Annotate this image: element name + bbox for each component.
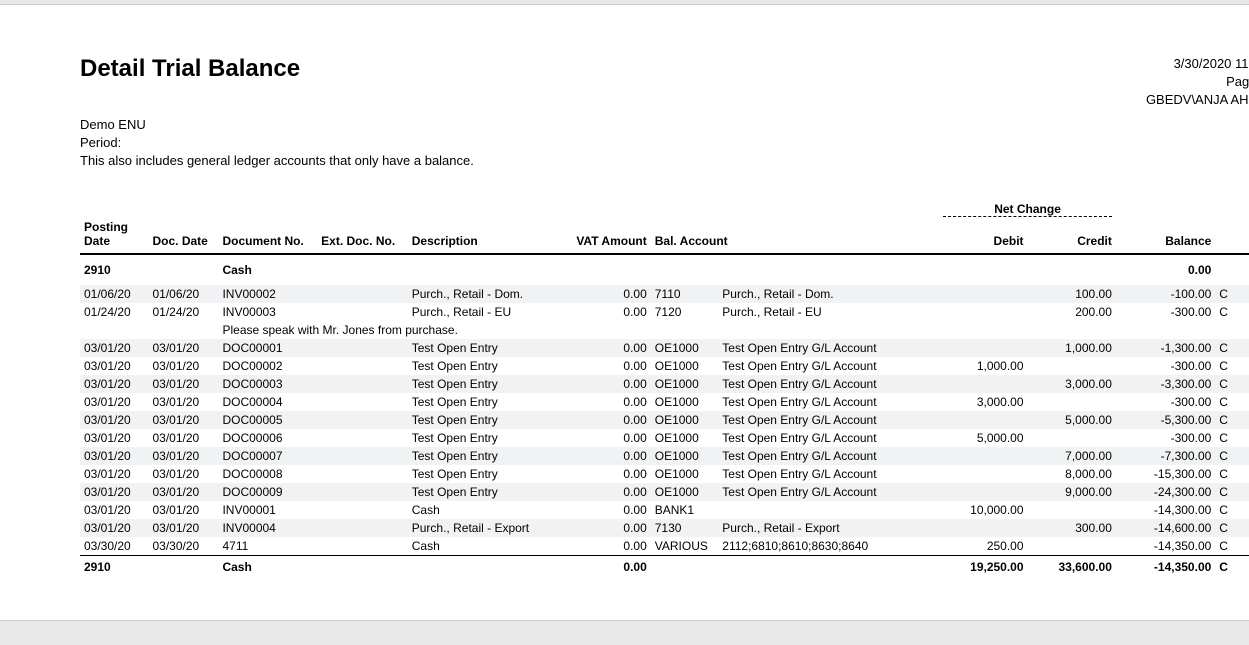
report-header: Detail Trial Balance 3/30/2020 11:55 AM … [80, 55, 1249, 110]
account-header-row: 2910 Cash0.00 [80, 254, 1249, 285]
report-user: GBEDV\ANJA AHLFELD [1146, 91, 1249, 109]
report-datetime: 3/30/2020 11:55 AM [1146, 55, 1249, 73]
total-acct-name: Cash [218, 555, 562, 576]
ledger-row: 03/01/2003/01/20DOC00009Test Open Entry0… [80, 483, 1249, 501]
col-credit: Credit [1028, 219, 1116, 254]
totals-row: 2910 Cash0.00 19,250.0033,600.00-14,350.00… [80, 555, 1249, 576]
report-company: Demo ENU [80, 116, 1249, 134]
ledger-row: 03/01/2003/01/20DOC00006Test Open Entry0… [80, 429, 1249, 447]
account-name: Cash [218, 254, 1115, 285]
col-balance: Balance [1116, 219, 1215, 254]
group-header-row: Net Change [80, 200, 1249, 219]
header-sub: Demo ENU Period: This also includes gene… [80, 116, 1249, 171]
ledger-row: 03/30/2003/30/204711Cash0.00VARIOUS2112;… [80, 537, 1249, 556]
netchange-group-label: Net Change [939, 200, 1116, 219]
netchange-underline [943, 216, 1112, 217]
detail-table: Net Change Posting Date Doc. Date Docume… [80, 200, 1249, 576]
col-debit: Debit [939, 219, 1027, 254]
ledger-row: 01/06/2001/06/20INV00002Purch., Retail -… [80, 285, 1249, 303]
total-debit: 19,250.00 [939, 555, 1027, 576]
report-note: This also includes general ledger accoun… [80, 152, 1249, 170]
col-posting-date: Posting Date [80, 219, 148, 254]
comment-row: Please speak with Mr. Jones from purchas… [80, 321, 1249, 339]
ledger-row: 01/24/2001/24/20INV00003Purch., Retail -… [80, 303, 1249, 321]
col-vat-amount: VAT Amount [562, 219, 650, 254]
report-title: Detail Trial Balance [80, 55, 300, 83]
table-body: 2910Cash0.0001/06/2001/06/20INV00002Purc… [80, 254, 1249, 576]
total-vat: 0.00 [562, 555, 650, 576]
comment-text: Please speak with Mr. Jones from purchas… [218, 321, 1249, 339]
col-description: Description [408, 219, 563, 254]
opening-balance: 0.00 [1116, 254, 1215, 285]
total-credit: 33,600.00 [1028, 555, 1116, 576]
account-no: 2910 [80, 254, 148, 285]
header-left: Detail Trial Balance [80, 55, 300, 83]
ledger-row: 03/01/2003/01/20DOC00007Test Open Entry0… [80, 447, 1249, 465]
col-doc-date: Doc. Date [148, 219, 218, 254]
col-entry-no: Entry No. [1234, 219, 1249, 254]
report-period-label: Period: [80, 135, 121, 150]
ledger-row: 03/01/2003/01/20DOC00002Test Open Entry0… [80, 357, 1249, 375]
ledger-row: 03/01/2003/01/20DOC00008Test Open Entry0… [80, 465, 1249, 483]
total-acct-no: 2910 [80, 555, 148, 576]
ledger-row: 03/01/2003/01/20DOC00005Test Open Entry0… [80, 411, 1249, 429]
report-page: Detail Trial Balance 3/30/2020 11:55 AM … [0, 5, 1249, 620]
col-ext-doc-no: Ext. Doc. No. [317, 219, 408, 254]
report-page-label: Page: 1 / 1 [1146, 73, 1249, 91]
col-doc-no: Document No. [218, 219, 317, 254]
col-bal-account: Bal. Account [651, 219, 939, 254]
ledger-row: 03/01/2003/01/20INV00001Cash0.00BANK110,… [80, 501, 1249, 519]
header-right: 3/30/2020 11:55 AM Page: 1 / 1 GBEDV\ANJ… [1146, 55, 1249, 110]
ledger-row: 03/01/2003/01/20INV00004Purch., Retail -… [80, 519, 1249, 537]
ledger-row: 03/01/2003/01/20DOC00001Test Open Entry0… [80, 339, 1249, 357]
ledger-row: 03/01/2003/01/20DOC00004Test Open Entry0… [80, 393, 1249, 411]
ledger-row: 03/01/2003/01/20DOC00003Test Open Entry0… [80, 375, 1249, 393]
column-header-row: Posting Date Doc. Date Document No. Ext.… [80, 219, 1249, 254]
total-balance: -14,350.00 [1116, 555, 1215, 576]
